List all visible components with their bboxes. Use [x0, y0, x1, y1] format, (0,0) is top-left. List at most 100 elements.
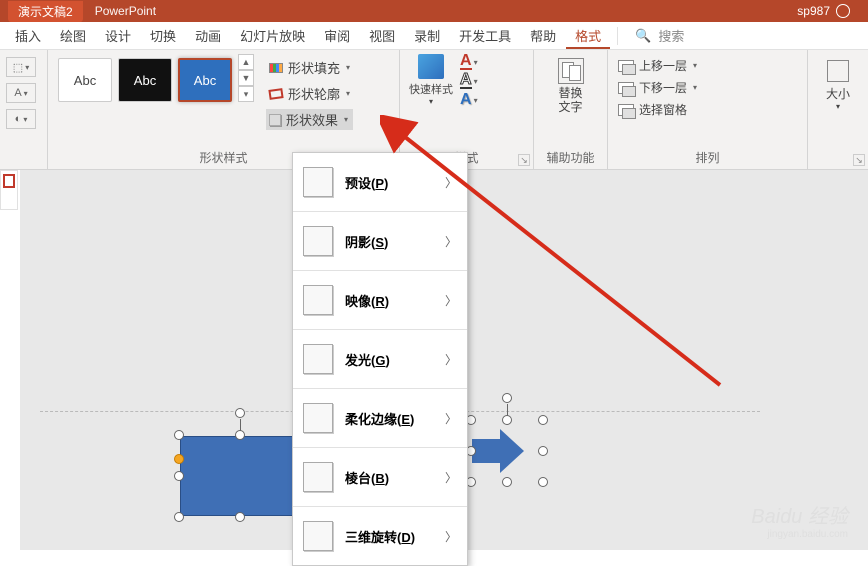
tab-draw[interactable]: 绘图	[51, 22, 95, 49]
fill-icon	[269, 63, 283, 73]
effects-menu-item-e[interactable]: 柔化边缘(E)〉	[293, 389, 467, 447]
style-swatch-1[interactable]: Abc	[58, 58, 112, 102]
brush-icon	[418, 54, 444, 79]
slide-thumbnail-panel[interactable]	[0, 170, 18, 210]
gallery-more-button[interactable]: ▾	[238, 86, 254, 102]
selection-pane-button[interactable]: 选择窗格	[618, 101, 797, 118]
doc-title: 演示文稿2	[8, 1, 83, 22]
resize-handle[interactable]	[174, 471, 184, 481]
account-button[interactable]: sp987	[797, 4, 850, 18]
rotate-handle[interactable]	[235, 408, 245, 418]
resize-handle[interactable]	[538, 415, 548, 425]
text-outline-button[interactable]: A▾	[460, 73, 478, 89]
gallery-down-button[interactable]: ▼	[238, 70, 254, 86]
effect-preview-icon	[303, 521, 333, 551]
submenu-arrow-icon: 〉	[445, 351, 457, 368]
resize-handle[interactable]	[538, 446, 548, 456]
tab-slideshow[interactable]: 幻灯片放映	[231, 22, 314, 49]
resize-handle[interactable]	[174, 512, 184, 522]
submenu-arrow-icon: 〉	[445, 233, 457, 250]
effect-icon	[269, 114, 281, 126]
quick-styles-button[interactable]: 快速样式 ▾	[406, 54, 456, 106]
merge-shapes-button[interactable]: ◐▾	[6, 109, 36, 129]
search-icon[interactable]: 🔍	[635, 28, 651, 44]
effects-menu-item-s[interactable]: 阴影(S)〉	[293, 212, 467, 270]
adjust-handle[interactable]	[174, 454, 184, 464]
submenu-arrow-icon: 〉	[445, 410, 457, 427]
avatar-icon	[836, 4, 850, 18]
shape-effects-button[interactable]: 形状效果▾	[266, 109, 353, 130]
bring-forward-icon	[618, 60, 634, 72]
effects-menu-item-g[interactable]: 发光(G)〉	[293, 330, 467, 388]
shape-outline-button[interactable]: 形状轮廓▾	[266, 83, 353, 104]
submenu-arrow-icon: 〉	[445, 174, 457, 191]
tab-record[interactable]: 录制	[405, 22, 449, 49]
resize-handle[interactable]	[502, 415, 512, 425]
tab-insert[interactable]: 插入	[6, 22, 50, 49]
outline-icon	[268, 88, 283, 100]
text-effects-icon: A	[460, 92, 472, 108]
alt-text-icon	[558, 58, 584, 84]
textbox-button[interactable]: A▾	[6, 83, 36, 103]
tab-devtools[interactable]: 开发工具	[450, 22, 520, 49]
size-icon	[827, 60, 849, 82]
resize-handle[interactable]	[538, 477, 548, 487]
title-bar: 演示文稿2 PowerPoint sp987	[0, 0, 868, 22]
wordart-launcher[interactable]: ↘	[518, 154, 530, 166]
text-fill-icon: A	[460, 54, 472, 70]
submenu-arrow-icon: 〉	[445, 528, 457, 545]
tab-format[interactable]: 格式	[566, 22, 610, 49]
app-name: PowerPoint	[95, 4, 156, 18]
tab-help[interactable]: 帮助	[521, 22, 565, 49]
size-launcher[interactable]: ↘	[853, 154, 865, 166]
size-button[interactable]: 大小 ▾	[814, 54, 862, 111]
slide-thumbnail-1[interactable]	[3, 174, 15, 188]
rotate-handle[interactable]	[502, 393, 512, 403]
user-name: sp987	[797, 4, 830, 18]
bring-forward-button[interactable]: 上移一层 ▾	[618, 57, 797, 74]
group-size: 大小 ▾ ↘	[808, 50, 868, 169]
style-swatch-3-selected[interactable]: Abc	[178, 58, 232, 102]
effect-preview-icon	[303, 226, 333, 256]
effects-menu-item-r[interactable]: 映像(R)〉	[293, 271, 467, 329]
effect-preview-icon	[303, 344, 333, 374]
shape-fill-button[interactable]: 形状填充▾	[266, 57, 353, 78]
text-fill-button[interactable]: A▾	[460, 54, 478, 70]
ribbon-tabs: 插入 绘图 设计 切换 动画 幻灯片放映 审阅 视图 录制 开发工具 帮助 格式…	[0, 22, 868, 50]
tab-transitions[interactable]: 切换	[141, 22, 185, 49]
submenu-arrow-icon: 〉	[445, 292, 457, 309]
text-outline-icon: A	[460, 73, 472, 89]
group-insert-shapes: ⬚▾ A▾ ◐▾	[0, 50, 48, 169]
effect-preview-icon	[303, 462, 333, 492]
selection-pane-icon	[618, 104, 634, 116]
shape-effects-menu: 预设(P)〉阴影(S)〉映像(R)〉发光(G)〉柔化边缘(E)〉棱台(B)〉三维…	[292, 152, 468, 566]
send-backward-button[interactable]: 下移一层 ▾	[618, 79, 797, 96]
style-swatch-2[interactable]: Abc	[118, 58, 172, 102]
tab-animations[interactable]: 动画	[186, 22, 230, 49]
rectangle-shape-selected[interactable]	[180, 436, 300, 516]
tab-view[interactable]: 视图	[360, 22, 404, 49]
tab-design[interactable]: 设计	[96, 22, 140, 49]
submenu-arrow-icon: 〉	[445, 469, 457, 486]
alt-text-button[interactable]: 替换文字	[540, 54, 601, 114]
group-label-alt: 辅助功能	[540, 146, 601, 169]
effects-menu-item-d[interactable]: 三维旋转(D)〉	[293, 507, 467, 565]
group-label-arrange: 排列	[614, 146, 801, 169]
style-gallery[interactable]: Abc Abc Abc	[54, 54, 236, 106]
send-backward-icon	[618, 82, 634, 94]
group-arrange: 上移一层 ▾ 下移一层 ▾ 选择窗格 排列	[608, 50, 808, 169]
text-effects-button[interactable]: A▾	[460, 92, 478, 108]
resize-handle[interactable]	[502, 477, 512, 487]
effects-menu-item-p[interactable]: 预设(P)〉	[293, 153, 467, 211]
resize-handle[interactable]	[174, 430, 184, 440]
tab-review[interactable]: 审阅	[315, 22, 359, 49]
resize-handle[interactable]	[235, 512, 245, 522]
search-placeholder[interactable]: 搜索	[658, 26, 684, 45]
effect-preview-icon	[303, 167, 333, 197]
resize-handle[interactable]	[235, 430, 245, 440]
arrow-shape-selected[interactable]	[472, 421, 542, 481]
group-alt-text: 替换文字 辅助功能	[534, 50, 608, 169]
gallery-up-button[interactable]: ▲	[238, 54, 254, 70]
effects-menu-item-b[interactable]: 棱台(B)〉	[293, 448, 467, 506]
edit-shape-button[interactable]: ⬚▾	[6, 57, 36, 77]
